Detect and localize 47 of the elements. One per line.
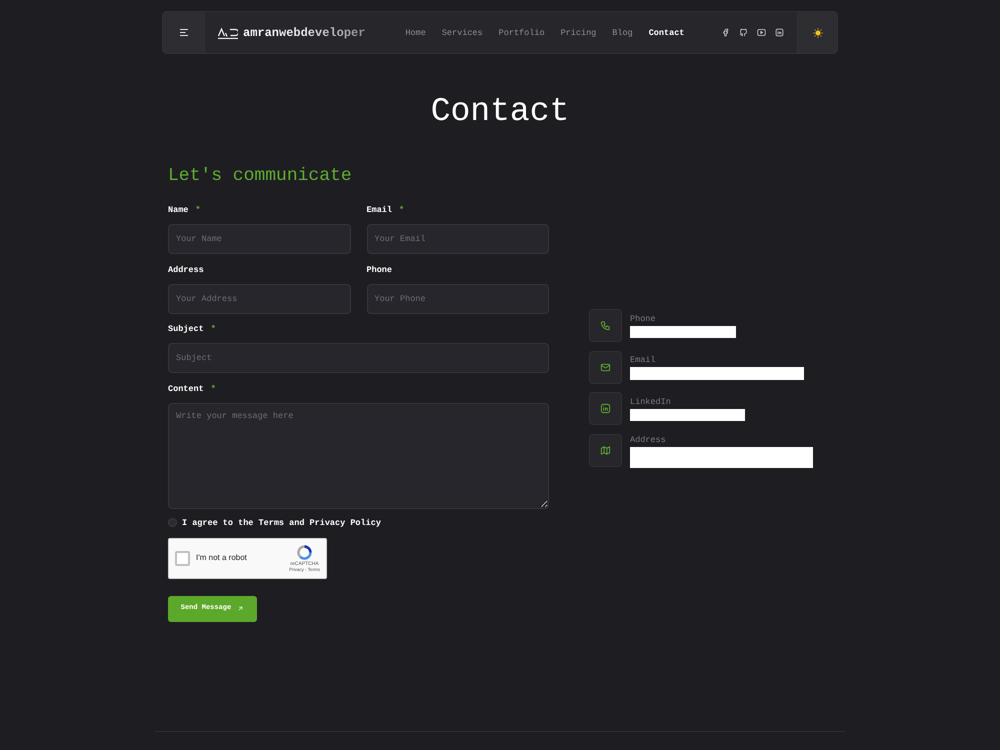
- linkedin-icon: [589, 392, 622, 425]
- logo-icon: [218, 26, 238, 38]
- arrow-up-right-icon: [237, 605, 244, 612]
- sun-icon: [812, 28, 822, 38]
- nav-link[interactable]: Portfolio: [498, 26, 545, 38]
- required-asterisk: *: [210, 382, 216, 394]
- text-input-field[interactable]: Subject: [168, 343, 549, 373]
- nav-link[interactable]: Services: [442, 26, 483, 38]
- text-input-field[interactable]: Your Name: [168, 224, 350, 254]
- nav-link[interactable]: Pricing: [560, 26, 596, 38]
- field-label: Content: [168, 382, 204, 394]
- field-label: Subject: [168, 323, 204, 335]
- menu-icon: [180, 29, 188, 36]
- captcha-logo-icon: [296, 544, 314, 560]
- contact-label: Address: [630, 434, 666, 446]
- facebook-icon[interactable]: [721, 28, 730, 37]
- contact-label: Phone: [630, 313, 656, 325]
- page-title: Contact: [430, 92, 570, 132]
- text-input-field[interactable]: Your Address: [168, 284, 350, 314]
- text-input-field[interactable]: Your Email: [366, 224, 549, 254]
- captcha-label: I'm not a robot: [196, 553, 247, 563]
- map-icon: [589, 434, 622, 467]
- required-asterisk: *: [195, 204, 201, 216]
- nav-link[interactable]: Home: [405, 26, 426, 38]
- contact-label: Email: [630, 354, 656, 366]
- field-label: Address: [168, 264, 204, 276]
- nav-link[interactable]: Contact: [648, 26, 684, 38]
- agree-label: I agree to the Terms and Privacy Policy: [182, 516, 381, 528]
- field-label: Name: [168, 204, 188, 216]
- brand-name[interactable]: amranwebdeveloper: [243, 24, 366, 40]
- captcha-checkbox[interactable]: [175, 550, 190, 566]
- required-asterisk: *: [399, 204, 404, 216]
- youtube-icon[interactable]: [757, 28, 766, 37]
- contact-label: LinkedIn: [630, 396, 671, 408]
- message-textarea[interactable]: Write your message here: [168, 402, 549, 508]
- required-asterisk: *: [210, 323, 216, 335]
- github-icon[interactable]: [739, 28, 748, 37]
- linkedin-icon[interactable]: [775, 28, 784, 37]
- theme-toggle-button[interactable]: [797, 12, 837, 53]
- field-label: Email: [366, 204, 392, 216]
- agree-checkbox[interactable]: [168, 518, 177, 527]
- phone-icon: [589, 309, 622, 342]
- field-label: Phone: [366, 264, 392, 276]
- envelope-icon: [589, 350, 622, 384]
- text-input-field[interactable]: Your Phone: [366, 284, 549, 314]
- nav-link[interactable]: Blog: [612, 26, 633, 38]
- form-heading: Let's communicate: [168, 165, 352, 187]
